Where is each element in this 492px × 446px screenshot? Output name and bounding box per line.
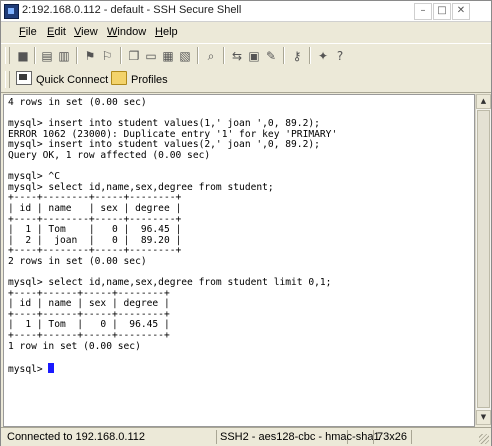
- menu-file[interactable]: File: [19, 26, 37, 38]
- quick-connect-label: Quick Connect: [36, 74, 109, 86]
- ssh-client-window: 2:192.168.0.112 - default - SSH Secure S…: [0, 0, 492, 446]
- toolbar-grip[interactable]: [5, 47, 10, 64]
- menu-view[interactable]: View: [74, 26, 98, 38]
- terminal-line: | id | name | sex | degree |: [8, 202, 182, 214]
- resize-grip[interactable]: [479, 434, 489, 444]
- status-extra-panel: [411, 430, 477, 444]
- profiles-label: Profiles: [131, 74, 168, 86]
- toolbar-separator: [76, 47, 78, 64]
- paste-icon[interactable]: ▭: [143, 48, 159, 64]
- profiles-button[interactable]: Profiles: [111, 71, 168, 88]
- scroll-down-button[interactable]: ▼: [476, 410, 491, 425]
- minimize-button[interactable]: –: [414, 3, 432, 20]
- toolbar-separator: [120, 47, 122, 64]
- maximize-button[interactable]: □: [433, 3, 451, 20]
- terminal-line: Query OK, 1 row affected (0.00 sec): [8, 149, 211, 161]
- status-bar: Connected to 192.168.0.112 SSH2 - aes128…: [1, 427, 491, 446]
- menu-help-label: elp: [162, 26, 178, 38]
- terminal-line: 2 rows in set (0.00 sec): [8, 255, 147, 267]
- text-cursor: [48, 362, 55, 373]
- cipher-status: SSH2 - aes128-cbc - hmac-sha1: [216, 430, 380, 444]
- app-icon[interactable]: [4, 4, 19, 19]
- menu-file-accel: F: [19, 26, 26, 38]
- find-icon[interactable]: ⌕: [203, 48, 219, 64]
- terminal-line: mysql>: [8, 362, 337, 374]
- menu-window-accel: W: [107, 26, 118, 38]
- context-help-icon[interactable]: ?: [332, 48, 348, 64]
- quick-connect-button[interactable]: Quick Connect: [16, 71, 108, 88]
- close-button[interactable]: ✕: [452, 3, 470, 20]
- menu-file-label: ile: [25, 26, 37, 38]
- toolbar-separator: [283, 47, 285, 64]
- scroll-thumb[interactable]: [477, 110, 490, 408]
- menu-view-label: iew: [81, 26, 98, 38]
- help-book-icon[interactable]: ✦: [315, 48, 331, 64]
- new-terminal-icon[interactable]: ▣: [246, 48, 262, 64]
- copy-icon[interactable]: ❐: [126, 48, 142, 64]
- vertical-scrollbar[interactable]: ▲ ▼: [475, 94, 491, 425]
- save-icon[interactable]: ■: [15, 48, 31, 64]
- paste-special-icon[interactable]: ▦: [160, 48, 176, 64]
- menu-help-accel: H: [155, 26, 163, 38]
- print-icon[interactable]: ▤: [39, 48, 55, 64]
- toolbar-separator: [197, 47, 199, 64]
- menu-edit-label: dit: [54, 26, 66, 38]
- menu-help[interactable]: Help: [155, 26, 178, 38]
- menu-edit[interactable]: Edit: [47, 26, 66, 38]
- key-icon[interactable]: ⚷: [289, 48, 305, 64]
- quickbar-grip[interactable]: [5, 71, 10, 88]
- menu-bar: File Edit View Window Help: [1, 22, 491, 42]
- clear-icon[interactable]: ▧: [177, 48, 193, 64]
- toolbar-separator: [34, 47, 36, 64]
- menu-window[interactable]: Window: [107, 26, 146, 38]
- title-bar[interactable]: 2:192.168.0.112 - default - SSH Secure S…: [1, 1, 491, 22]
- folder-icon: [111, 71, 127, 85]
- file-transfer-icon[interactable]: ⇆: [229, 48, 245, 64]
- quick-connect-icon: [16, 71, 32, 85]
- terminal-size-status: 73x26: [373, 430, 409, 444]
- terminal-area[interactable]: 4 rows in set (0.00 sec) mysql> insert in…: [3, 94, 475, 427]
- terminal-line: 1 row in set (0.00 sec): [8, 340, 141, 352]
- toolbar-separator: [309, 47, 311, 64]
- scroll-up-button[interactable]: ▲: [476, 94, 491, 109]
- print-preview-icon[interactable]: ▥: [56, 48, 72, 64]
- settings-icon[interactable]: ✎: [263, 48, 279, 64]
- disconnect-icon[interactable]: ⚐: [99, 48, 115, 64]
- terminal-output: 4 rows in set (0.00 sec) mysql> insert in…: [8, 97, 337, 374]
- toolbar-separator: [223, 47, 225, 64]
- menu-window-label: indow: [117, 26, 147, 38]
- toolbar: ■ ▤ ▥ ⚑ ⚐ ❐ ▭ ▦ ▧ ⌕ ⇆ ▣ ✎ ⚷ ✦ ?: [1, 43, 491, 69]
- quick-connect-bar: Quick Connect Profiles: [1, 68, 491, 93]
- window-title: 2:192.168.0.112 - default - SSH Secure S…: [22, 4, 242, 16]
- connect-icon[interactable]: ⚑: [82, 48, 98, 64]
- terminal-line: 4 rows in set (0.00 sec): [8, 97, 147, 108]
